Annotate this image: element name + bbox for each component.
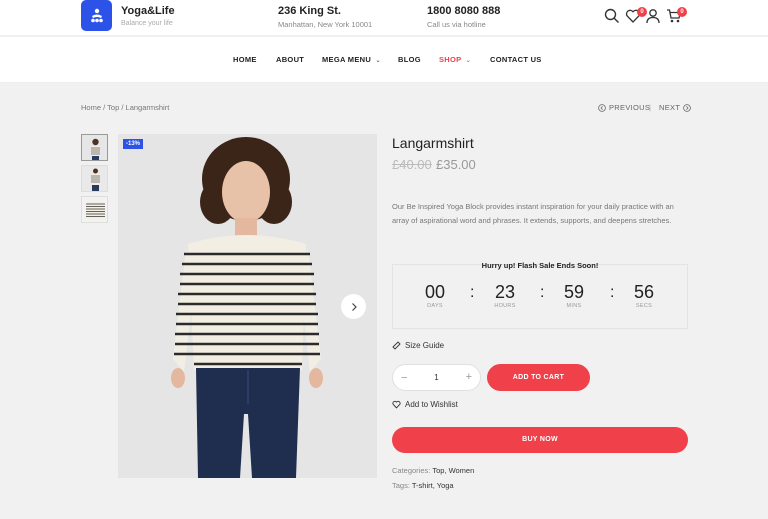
nav-item-contact-us[interactable]: CONTACT US [490,55,542,64]
countdown-hours: 23 HOURS [485,282,525,309]
product-title: Langarmshirt [392,135,474,151]
main-nav: HOME ABOUT MEGA MENU ⌄ BLOG SHOP ⌄ CONTA… [0,37,768,83]
countdown-title: Hurry up! Flash Sale Ends Soon! [481,261,599,270]
tags-value[interactable]: T-shirt, Yoga [412,481,454,490]
nav-item-home[interactable]: HOME [233,55,257,64]
add-to-wishlist-link[interactable]: Add to Wishlist [392,400,458,409]
countdown-mins-value: 59 [563,282,585,302]
lotus-logo-icon [90,8,103,22]
size-guide-link[interactable]: Size Guide [392,341,444,350]
cart-count-badge: 0 [677,7,687,17]
breadcrumb-separator: / [103,103,106,112]
nav-item-about[interactable]: ABOUT [276,55,304,64]
nav-item-blog[interactable]: BLOG [398,55,421,64]
header-bar: Yoga&Life Balance your life 236 King St.… [0,0,768,36]
price-original: £40.00 [392,157,432,172]
breadcrumb-separator: / [121,103,124,112]
wishlist-label: Add to Wishlist [405,400,458,409]
chevron-right-icon [351,302,357,311]
heart-icon [392,400,401,409]
image-next-button[interactable] [341,294,366,319]
add-to-cart-button[interactable]: ADD TO CART [487,364,590,391]
countdown-days: 00 DAYS [415,282,455,309]
logo[interactable] [81,0,112,31]
nav-item-shop[interactable]: SHOP ⌄ [439,55,471,64]
chevron-right-circle-icon [683,103,692,112]
countdown-separator: : [470,284,475,301]
buy-now-button[interactable]: BUY NOW [392,427,688,453]
countdown-mins-label: MINS [566,303,582,309]
breadcrumb-current: Langarmshirt [125,103,170,112]
previous-label: PREVIOUS [609,103,651,112]
countdown-hours-label: HOURS [494,303,516,309]
phone-subtitle: Call us via hotline [427,20,486,29]
sale-badge: -13% [123,139,144,149]
countdown-days-value: 00 [424,282,446,302]
product-thumbnail[interactable] [81,196,108,223]
address-subtitle: Manhattan, New York 10001 [278,20,373,29]
product-thumbnail[interactable] [81,134,108,161]
countdown-secs-value: 56 [633,282,655,302]
chevron-down-icon: ⌄ [375,58,381,64]
breadcrumb: Home / Top / Langarmshirt [81,103,169,112]
thumbnail-image [82,135,107,160]
product-main-image[interactable] [118,134,377,478]
countdown-separator: : [540,284,545,301]
chevron-down-icon: ⌄ [465,58,472,64]
breadcrumb-home[interactable]: Home [81,103,101,112]
countdown-days-label: DAYS [427,303,443,309]
next-label: NEXT [659,103,681,112]
previous-product-link[interactable]: PREVIOUS [598,103,650,112]
pager-divider: | [649,103,652,112]
product-tags: Tags: T-shirt, Yoga [392,481,454,490]
brand-name[interactable]: Yoga&Life [121,5,175,17]
breadcrumb-category[interactable]: Top [107,103,119,112]
product-categories: Categories: Top, Women [392,466,474,475]
brand-tagline: Balance your life [121,20,173,27]
countdown-secs-label: SECS [635,303,653,309]
nav-item-mega-menu-label: MEGA MENU [322,55,372,64]
countdown-hours-value: 23 [494,282,516,302]
countdown-separator: : [610,284,615,301]
chevron-left-circle-icon [598,103,606,112]
categories-label: Categories: [392,466,431,475]
quantity-stepper[interactable]: − 1 + [392,364,481,391]
model-photo [118,134,377,478]
search-icon[interactable] [604,8,620,24]
tags-label: Tags: [392,481,410,490]
account-user-icon[interactable] [645,8,661,24]
categories-value[interactable]: Top, Women [432,466,474,475]
next-product-link[interactable]: NEXT [659,103,692,112]
product-description: Our Be Inspired Yoga Block provides inst… [392,202,674,225]
countdown-secs: 56 SECS [624,282,664,309]
size-guide-label: Size Guide [405,341,445,350]
ruler-icon [392,341,401,350]
phone-title: 1800 8080 888 [427,5,501,17]
thumbnail-image [82,197,107,222]
nav-item-mega-menu[interactable]: MEGA MENU ⌄ [322,55,381,64]
quantity-increase-button[interactable]: + [466,371,472,383]
address-title: 236 King St. [278,5,341,17]
thumbnail-image [82,166,107,191]
nav-item-shop-label: SHOP [439,55,462,64]
countdown-mins: 59 MINS [554,282,594,309]
product-thumbnail[interactable] [81,165,108,192]
price-sale: £35.00 [436,157,476,172]
